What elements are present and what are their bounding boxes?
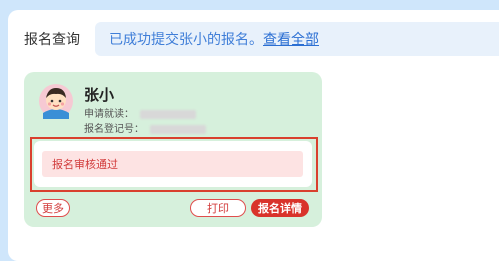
print-button[interactable]: 打印	[190, 199, 246, 217]
view-all-link[interactable]: 查看全部	[263, 29, 319, 49]
query-message-box: 已成功提交张小的报名。 查看全部	[95, 22, 499, 56]
query-row: 报名查询	[24, 22, 94, 56]
school-label: 申请就读：	[84, 109, 134, 120]
school-row: 申请就读：	[84, 105, 196, 120]
child-avatar-icon	[39, 84, 73, 119]
reg-no-label: 报名登记号：	[84, 124, 144, 135]
school-value-redacted	[140, 109, 196, 119]
child-name: 张小	[84, 86, 115, 104]
query-message: 已成功提交张小的报名。	[109, 32, 263, 48]
query-label: 报名查询	[24, 32, 80, 48]
status-highlight-frame	[30, 137, 318, 192]
more-button[interactable]: 更多	[36, 199, 70, 217]
detail-button[interactable]: 报名详情	[251, 199, 309, 217]
reg-no-row: 报名登记号：	[84, 120, 206, 135]
reg-no-value-redacted	[150, 124, 206, 134]
